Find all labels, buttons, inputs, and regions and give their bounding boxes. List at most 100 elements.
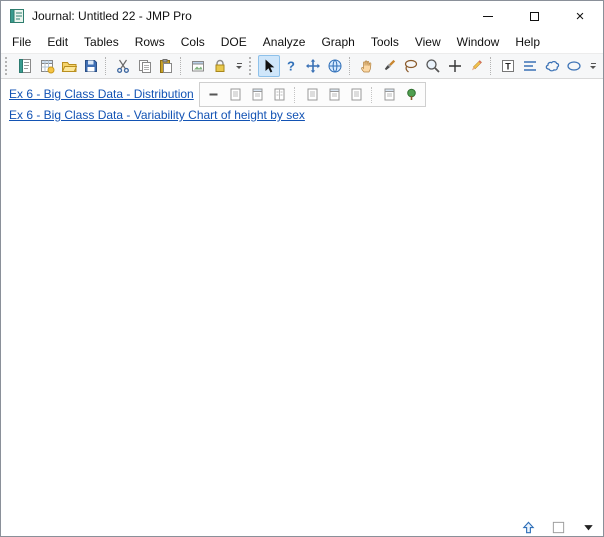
window-list-dropdown-button[interactable] (579, 519, 597, 535)
new-journal-button[interactable] (14, 55, 36, 77)
grabber-tool-button[interactable] (356, 55, 378, 77)
menu-graph[interactable]: Graph (313, 32, 362, 52)
journal-tree-button[interactable] (402, 85, 421, 104)
minimize-button[interactable] (465, 1, 511, 31)
close-button[interactable]: × (557, 1, 603, 31)
open-button[interactable] (58, 55, 80, 77)
menu-cols[interactable]: Cols (173, 32, 213, 52)
lines-tool-icon (524, 61, 537, 71)
open-folder-icon (61, 62, 77, 72)
menu-bar: File Edit Tables Rows Cols DOE Analyze G… (1, 31, 603, 53)
window-title: Journal: Untitled 22 - JMP Pro (32, 9, 192, 23)
arrow-tool-button[interactable] (258, 55, 281, 77)
cut-icon (116, 59, 129, 73)
tools-toolbar-grip[interactable] (249, 57, 254, 75)
internet-open-button[interactable] (324, 55, 346, 77)
lines-tool-button[interactable] (519, 55, 541, 77)
lasso-tool-button[interactable] (400, 55, 422, 77)
copy-button[interactable] (134, 55, 156, 77)
toolbar-separator (180, 57, 184, 75)
collapse-icon (209, 93, 218, 96)
svg-text:T: T (506, 62, 512, 72)
toolbar-grip[interactable] (5, 57, 10, 75)
journal-link-variability-chart[interactable]: Ex 6 - Big Class Data - Variability Char… (9, 108, 305, 122)
maximize-button[interactable] (511, 1, 557, 31)
journal-page-button[interactable] (325, 85, 344, 104)
crosshair-tool-button[interactable] (444, 55, 466, 77)
menu-doe[interactable]: DOE (213, 32, 255, 52)
menu-tools[interactable]: Tools (363, 32, 407, 52)
lock-icon (215, 59, 225, 72)
title-bar: Journal: Untitled 22 - JMP Pro × (1, 1, 603, 31)
chevron-down-icon (236, 66, 243, 69)
oval-tool-icon (567, 61, 581, 71)
toolbar-separator (490, 57, 494, 75)
svg-text:?: ? (287, 59, 295, 74)
toolbar-separator (348, 57, 353, 75)
menu-window[interactable]: Window (449, 32, 508, 52)
magnifier-tool-icon (425, 59, 440, 73)
close-icon: × (575, 7, 585, 25)
arrow-tool-icon (265, 59, 275, 73)
lock-button[interactable] (209, 55, 231, 77)
hover-toolbar-separator (294, 86, 298, 103)
menu-view[interactable]: View (407, 32, 449, 52)
new-journal-icon (18, 59, 31, 73)
text-tool-button[interactable]: T (497, 55, 519, 77)
move-tool-button[interactable] (302, 55, 324, 77)
journal-page-button[interactable] (347, 85, 366, 104)
save-button[interactable] (80, 55, 102, 77)
page-icon (230, 88, 241, 101)
minimize-icon (483, 15, 493, 17)
jmp-journal-window: Journal: Untitled 22 - JMP Pro × File Ed… (0, 0, 604, 537)
new-data-table-button[interactable] (36, 55, 58, 77)
annotate-tool-button[interactable] (465, 55, 487, 77)
menu-analyze[interactable]: Analyze (255, 32, 314, 52)
chevron-down-icon (590, 66, 597, 69)
menu-rows[interactable]: Rows (127, 32, 173, 52)
oval-tool-button[interactable] (563, 55, 585, 77)
magnifier-tool-button[interactable] (422, 55, 444, 77)
window-indicator-button[interactable] (549, 519, 567, 535)
hand-tool-icon (361, 60, 372, 73)
pencil-tool-icon (472, 60, 483, 71)
journal-page-button[interactable] (303, 85, 322, 104)
window-box-icon (552, 521, 564, 533)
page-icon (274, 88, 285, 101)
journal-page-button[interactable] (380, 85, 399, 104)
brush-tool-icon (384, 59, 395, 71)
menu-file[interactable]: File (4, 32, 39, 52)
journal-link-distribution[interactable]: Ex 6 - Big Class Data - Distribution (9, 87, 194, 101)
toolbar-separator (104, 57, 109, 75)
journal-page-button[interactable] (226, 85, 245, 104)
copy-picture-button[interactable] (187, 55, 209, 77)
journal-page-button[interactable] (248, 85, 267, 104)
lasso-tool-icon (404, 59, 417, 73)
tools-overflow-button[interactable] (587, 63, 599, 69)
polygon-tool-icon (545, 61, 560, 72)
help-tool-button[interactable]: ? (280, 55, 302, 77)
menu-tables[interactable]: Tables (76, 32, 127, 52)
menu-help[interactable]: Help (507, 32, 548, 52)
maximize-icon (529, 11, 539, 21)
page-icon (384, 88, 395, 101)
cut-button[interactable] (112, 55, 134, 77)
paste-icon (160, 59, 173, 73)
collapse-button[interactable] (204, 85, 223, 104)
overflow-bar-icon (236, 63, 242, 64)
copy-icon (138, 60, 151, 73)
page-icon (307, 88, 318, 101)
journal-item-hover-toolbar (199, 82, 426, 107)
paste-button[interactable] (156, 55, 178, 77)
scroll-up-button[interactable] (519, 519, 537, 535)
main-toolbar: ? T (1, 53, 603, 79)
brush-tool-button[interactable] (378, 55, 400, 77)
up-arrow-icon (522, 521, 534, 533)
journal-page-button[interactable] (270, 85, 289, 104)
page-icon (351, 88, 362, 101)
polygon-tool-button[interactable] (541, 55, 563, 77)
page-icon (252, 88, 263, 101)
save-icon (84, 60, 97, 72)
toolbar-overflow-button[interactable] (233, 63, 245, 69)
menu-edit[interactable]: Edit (39, 32, 76, 52)
